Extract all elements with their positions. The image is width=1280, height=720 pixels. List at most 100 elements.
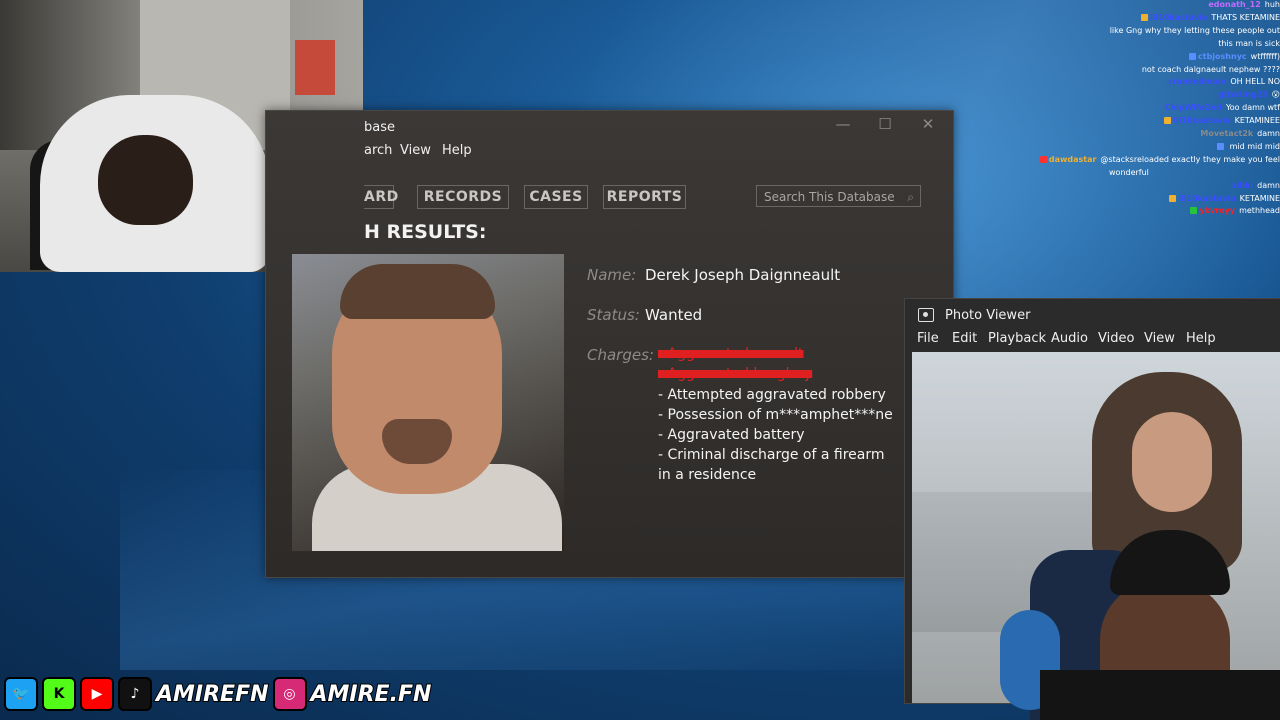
- guest-shirt: [1040, 670, 1280, 720]
- database-window: base — ☐ ✕ arch View Help ARD RECORDS CA…: [265, 110, 954, 578]
- chat-text: 😮: [1271, 90, 1280, 100]
- charge-redacted: - Aggravated burglary: [658, 366, 813, 382]
- chat-message: lil10kastavia KETAMINEE: [1164, 116, 1280, 125]
- chat-badge-icon: [1216, 142, 1224, 150]
- chat-message: lil10kastavia THATS KETAMINE: [1140, 12, 1280, 22]
- charge-item: - Aggravated battery: [658, 427, 805, 443]
- tab-dashboard[interactable]: ARD: [364, 185, 398, 209]
- menu-search[interactable]: arch: [364, 143, 392, 158]
- photo-viewer-title: Photo Viewer: [945, 308, 1031, 323]
- chat-username: lil10kastavia: [1173, 116, 1231, 126]
- chat-username: dawdastar: [1048, 154, 1097, 164]
- chat-badge-icon: [1140, 13, 1148, 21]
- chat-message: gtbxting23 😮: [1218, 90, 1280, 99]
- chat-message: mid mid mid: [1216, 141, 1280, 151]
- chat-text: methhead: [1239, 206, 1280, 216]
- chat-text: damn: [1257, 129, 1280, 138]
- search-input[interactable]: Search This Database ⌕: [756, 185, 921, 207]
- minimize-button[interactable]: —: [828, 115, 858, 133]
- maximize-button[interactable]: ☐: [870, 115, 900, 133]
- pv-menu-help[interactable]: Help: [1186, 331, 1216, 346]
- chat-message: lil10kastavia KETAMINE: [1169, 194, 1280, 203]
- status-label: Status:: [587, 306, 640, 324]
- chat-text: like Gng why they letting these people o…: [1109, 25, 1280, 35]
- chat-message: crankedmain OH HELL NO: [1168, 77, 1280, 86]
- chat-text: not coach dalgnaeult nephew ????: [1141, 64, 1280, 74]
- window-title: base: [364, 120, 395, 135]
- chat-username: ctbjoshnyc: [1198, 51, 1247, 61]
- chat-text: OH HELL NO: [1230, 77, 1280, 87]
- name-label: Name:: [587, 266, 637, 284]
- chat-message: edonath_12 huh: [1208, 0, 1280, 9]
- chat-username: edonath_12: [1208, 0, 1261, 9]
- photo-hair: [340, 264, 495, 319]
- chat-username: lil10kastavia: [1178, 193, 1236, 203]
- chat-text: THATS KETAMINE: [1211, 12, 1280, 22]
- charge-item: - Attempted aggravated robbery: [658, 387, 886, 403]
- search-icon[interactable]: ⌕: [907, 186, 914, 208]
- handle-secondary: AMIRE.FN: [310, 681, 433, 708]
- tab-cases[interactable]: CASES: [524, 185, 588, 209]
- pv-menu-edit[interactable]: Edit: [952, 331, 977, 346]
- pv-menu-audio[interactable]: Audio: [1051, 331, 1088, 346]
- close-button[interactable]: ✕: [913, 115, 943, 133]
- instagram-icon: ◎: [272, 677, 307, 711]
- image-woman-face: [1132, 412, 1212, 512]
- chat-username: gtbxting23: [1218, 90, 1268, 100]
- chat-badge-icon: [1039, 155, 1047, 163]
- guest-cap: [1110, 530, 1230, 595]
- stream-chat: edonath_12 huh lil10kastavia THATS KETAMINE…: [1025, 0, 1280, 230]
- photo-beard: [382, 419, 452, 464]
- chat-text: this man is sick: [1218, 38, 1280, 48]
- tab-reports[interactable]: REPORTS: [603, 185, 686, 209]
- tab-records[interactable]: RECORDS: [417, 185, 509, 209]
- menu-view[interactable]: View: [400, 143, 431, 158]
- chat-text: @stacksreloaded exactly they make you fe…: [1100, 154, 1280, 164]
- search-placeholder: Search This Database: [764, 190, 895, 204]
- name-value: Derek Joseph Daignneault: [645, 266, 841, 284]
- chat-badge-icon: [1189, 52, 1197, 60]
- chat-message: wonderful: [1105, 168, 1149, 177]
- chat-text: Yoo damn wtf: [1225, 103, 1280, 113]
- suspect-photo: [292, 254, 564, 551]
- chat-message: zihki damn: [1232, 181, 1280, 190]
- pv-menu-view[interactable]: View: [1144, 331, 1175, 346]
- results-heading: H RESULTS:: [364, 221, 487, 243]
- chat-message: ykvroyy methhead: [1190, 206, 1280, 215]
- chat-username: crankedmain: [1168, 77, 1227, 87]
- chat-text: KETAMINE: [1239, 193, 1280, 203]
- chat-text: wonderful: [1109, 167, 1149, 177]
- menu-help[interactable]: Help: [442, 143, 472, 158]
- chat-username: ChipWife2nd: [1164, 103, 1222, 113]
- charges-label: Charges:: [587, 346, 654, 364]
- chat-message: ctbjoshnyc wtffffff): [1189, 52, 1280, 61]
- handle-primary: AMIREFN: [155, 681, 270, 708]
- chat-username: Movetact2k: [1200, 129, 1254, 138]
- charge-redacted: - Aggravated assault: [658, 346, 804, 362]
- chat-text: KETAMINEE: [1234, 116, 1280, 126]
- charge-item: - Possession of m***amphet***ne: [658, 407, 893, 423]
- chat-message: Movetact2k damn: [1200, 129, 1280, 138]
- chat-message: not coach dalgnaeult nephew ????: [1138, 65, 1280, 74]
- photo-viewer-icon: [918, 308, 934, 322]
- chat-text: wtffffff): [1250, 51, 1280, 61]
- webcam-poster: [295, 40, 335, 95]
- chat-username: zihki: [1232, 180, 1254, 190]
- chat-message: dawdastar @stacksreloaded exactly they ma…: [1039, 154, 1280, 164]
- twitter-icon: 🐦: [4, 677, 38, 711]
- charge-item-continued: in a residence: [658, 467, 757, 483]
- chat-badge-icon: [1164, 117, 1172, 125]
- kick-icon: K: [42, 677, 76, 711]
- chat-username: lil10kastavia: [1149, 12, 1208, 22]
- chat-message: ChipWife2nd Yoo damn wtf: [1164, 103, 1280, 112]
- chat-message: like Gng why they letting these people o…: [1106, 26, 1280, 35]
- pv-menu-video[interactable]: Video: [1098, 331, 1134, 346]
- guest-webcam: [1000, 530, 1280, 720]
- chat-text: mid mid mid: [1229, 141, 1280, 151]
- youtube-icon: ▶: [80, 677, 114, 711]
- status-value: Wanted: [645, 306, 703, 324]
- chat-badge-icon: [1190, 207, 1198, 215]
- pv-menu-playback[interactable]: Playback: [988, 331, 1046, 346]
- pv-menu-file[interactable]: File: [917, 331, 939, 346]
- chat-text: damn: [1257, 180, 1280, 190]
